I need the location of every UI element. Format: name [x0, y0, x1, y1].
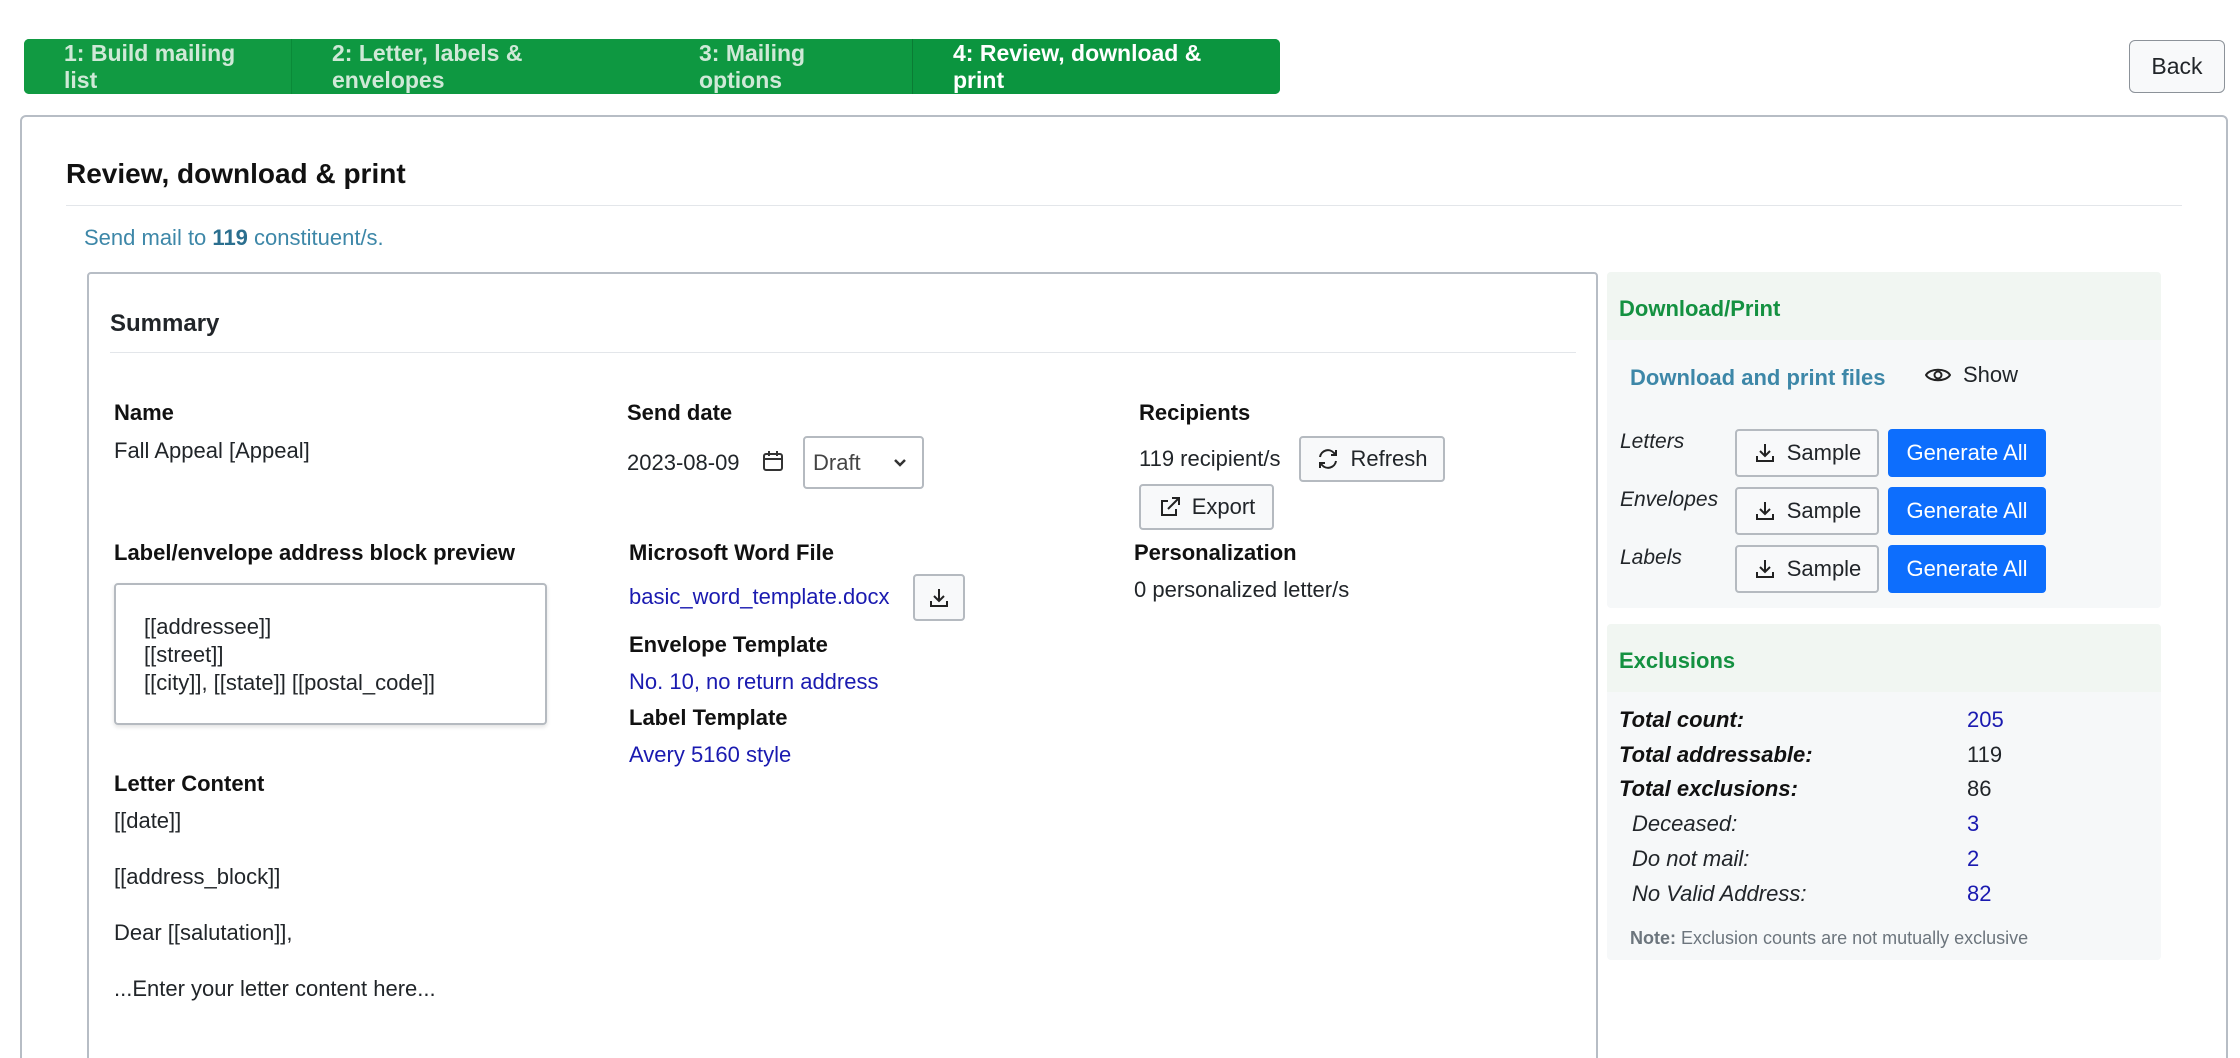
letter-line: [[address_block]] — [114, 864, 281, 889]
no-valid-address-label: No Valid Address: — [1632, 881, 1807, 906]
label-template-label: Label Template — [629, 705, 788, 730]
address-line: [[addressee]] — [144, 614, 272, 639]
letter-line: [[date]] — [114, 808, 182, 833]
personalization-value: 0 personalized letter/s — [1134, 577, 1350, 602]
status-select-value: Draft — [813, 449, 861, 475]
envelopes-label: Envelopes — [1620, 488, 1719, 511]
envelope-template-link[interactable]: No. 10, no return address — [629, 669, 878, 695]
recipients-label: Recipients — [1139, 400, 1251, 425]
step-build-mailing-list[interactable]: 1: Build mailing list — [24, 39, 291, 94]
envelopes-generate-all-button[interactable]: Generate All — [1888, 487, 2046, 535]
letters-sample-button[interactable]: Sample — [1735, 429, 1879, 477]
note-text: Exclusion counts are not mutually exclus… — [1681, 928, 2029, 948]
status-select[interactable]: Draft — [803, 436, 924, 489]
refresh-icon — [1319, 449, 1338, 469]
envelope-template-label: Envelope Template — [629, 632, 828, 657]
note-label: Note: — [1630, 928, 1676, 948]
exclusions-title: Exclusions — [1619, 648, 1736, 673]
address-line: [[street]] — [144, 642, 224, 667]
external-link-icon — [1160, 497, 1180, 516]
label-template-link[interactable]: Avery 5160 style — [629, 742, 791, 768]
summary-title: Summary — [110, 310, 220, 337]
export-button[interactable]: Export — [1139, 484, 1274, 530]
eye-icon — [1925, 368, 1951, 382]
divider — [110, 352, 1576, 353]
no-valid-address-value[interactable]: 82 — [1967, 881, 1991, 907]
step-letter-labels-envelopes[interactable]: 2: Letter, labels & envelopes — [291, 39, 659, 94]
export-label: Export — [1191, 494, 1256, 519]
wizard-stepper: 1: Build mailing list 2: Letter, labels … — [24, 39, 1280, 94]
labels-label: Labels — [1620, 546, 1682, 569]
word-file-label: Microsoft Word File — [629, 540, 834, 565]
download-icon — [1755, 560, 1774, 578]
exclusions-note: Note: Exclusion counts are not mutually … — [1630, 928, 2028, 949]
do-not-mail-value[interactable]: 2 — [1967, 846, 1979, 872]
send-suffix: constituent/s. — [254, 225, 384, 250]
send-date-label: Send date — [627, 400, 733, 425]
letters-generate-all-button[interactable]: Generate All — [1888, 429, 2046, 477]
download-files-label: Download and print files — [1630, 365, 1886, 390]
download-print-title: Download/Print — [1619, 296, 1781, 321]
sample-label: Sample — [1786, 556, 1862, 581]
address-block-preview: [[addressee]] [[street]] [[city]], [[sta… — [114, 583, 547, 725]
total-addressable-value: 119 — [1967, 742, 2003, 767]
back-button[interactable]: Back — [2129, 40, 2225, 93]
labels-generate-all-button[interactable]: Generate All — [1888, 545, 2046, 593]
total-addressable-label: Total addressable: — [1619, 742, 1813, 767]
sample-label: Sample — [1786, 440, 1862, 465]
do-not-mail-label: Do not mail: — [1632, 846, 1750, 871]
divider — [66, 205, 2182, 206]
download-icon — [1755, 502, 1774, 520]
show-toggle[interactable]: Show — [1925, 362, 2018, 388]
letter-line: Dear [[salutation]], — [114, 920, 293, 945]
personalization-label: Personalization — [1134, 540, 1297, 565]
sample-label: Sample — [1786, 498, 1862, 523]
page-title: Review, download & print — [66, 158, 406, 189]
send-message: Send mail to 119 constituent/s. — [84, 225, 384, 251]
refresh-button[interactable]: Refresh — [1299, 436, 1445, 482]
send-count: 119 — [212, 225, 248, 250]
word-file-link[interactable]: basic_word_template.docx — [629, 584, 889, 610]
letter-line: ...Enter your letter content here... — [114, 976, 436, 1001]
show-label: Show — [1963, 362, 2019, 387]
total-count-value[interactable]: 205 — [1967, 707, 2004, 733]
address-line: [[city]], [[state]] [[postal_code]] — [144, 670, 436, 695]
name-label: Name — [114, 400, 174, 425]
download-icon — [1755, 444, 1774, 462]
total-count-label: Total count: — [1619, 707, 1745, 732]
deceased-label: Deceased: — [1632, 811, 1738, 836]
download-word-button[interactable] — [913, 574, 965, 621]
send-date-value: 2023-08-09 — [627, 450, 740, 475]
recipients-value: 119 recipient/s — [1139, 446, 1281, 471]
total-exclusions-value: 86 — [1967, 776, 1992, 801]
step-review-download-print[interactable]: 4: Review, download & print — [912, 39, 1280, 94]
total-exclusions-label: Total exclusions: — [1619, 776, 1798, 801]
step-mailing-options[interactable]: 3: Mailing options — [659, 39, 912, 94]
download-icon — [930, 588, 948, 607]
download-print-panel — [1607, 272, 2161, 608]
letters-label: Letters — [1620, 430, 1685, 453]
chevron-down-icon — [894, 459, 906, 467]
deceased-value[interactable]: 3 — [1967, 811, 1979, 837]
envelopes-sample-button[interactable]: Sample — [1735, 487, 1879, 535]
letter-content-label: Letter Content — [114, 771, 265, 796]
calendar-icon[interactable] — [761, 449, 785, 473]
refresh-label: Refresh — [1350, 446, 1428, 471]
name-value: Fall Appeal [Appeal] — [114, 438, 310, 463]
labels-sample-button[interactable]: Sample — [1735, 545, 1879, 593]
send-prefix: Send mail to — [84, 225, 207, 250]
address-preview-label: Label/envelope address block preview — [114, 540, 516, 565]
